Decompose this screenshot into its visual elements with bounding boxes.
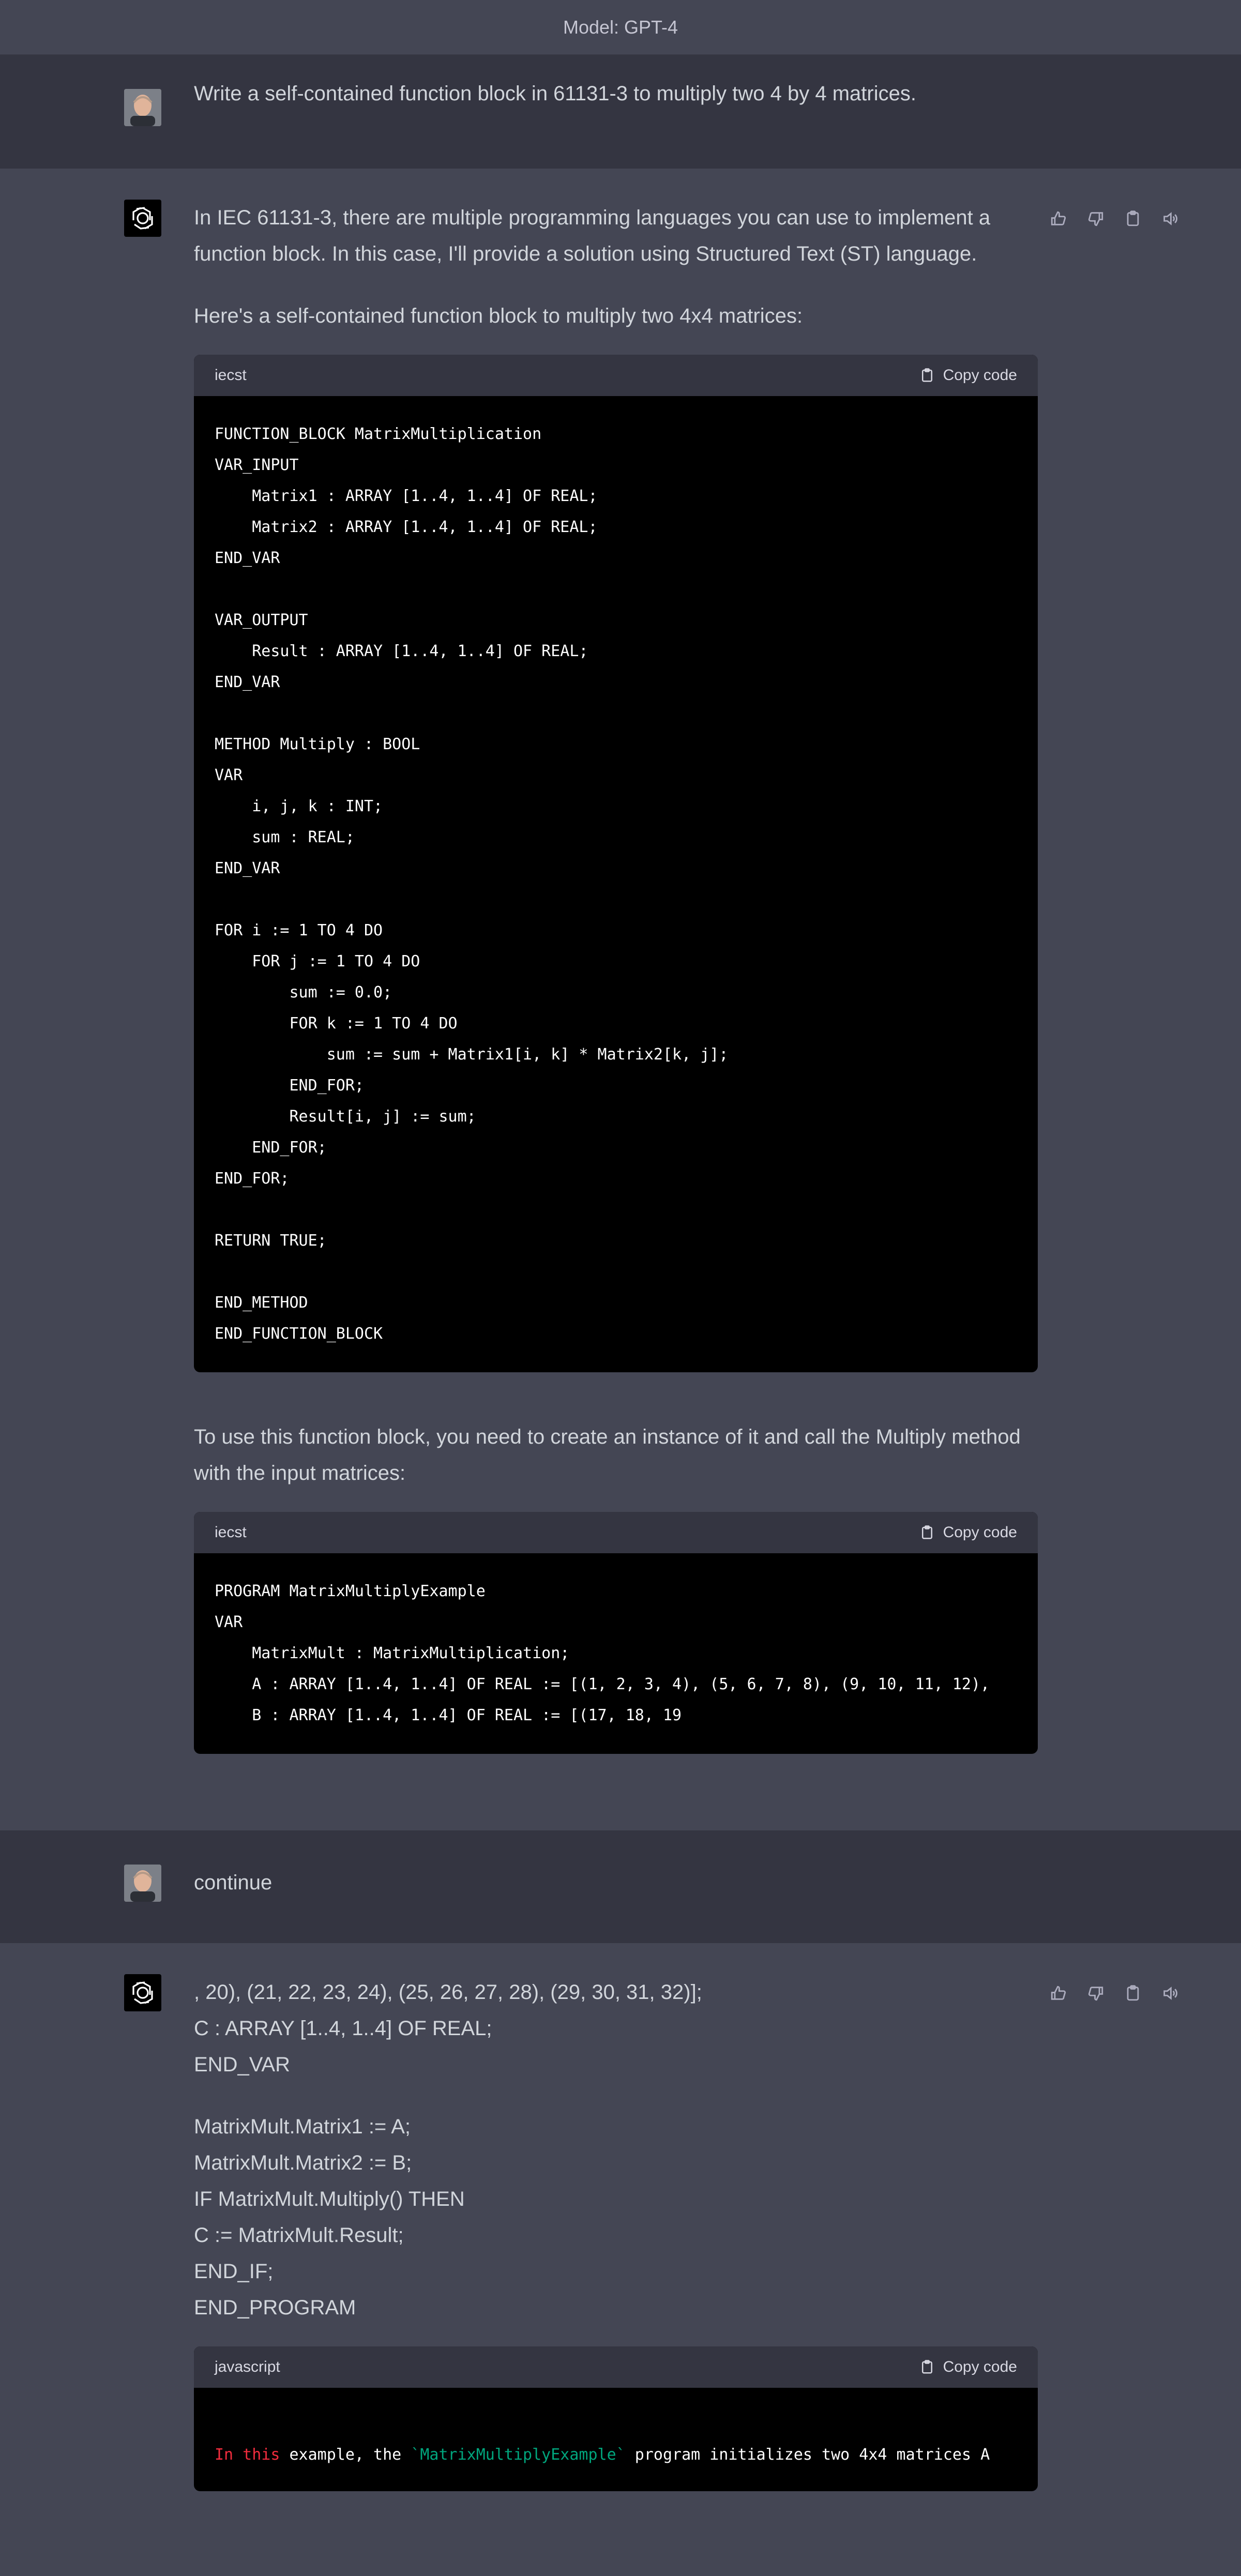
user-avatar <box>124 89 161 126</box>
copy-code-button[interactable]: Copy code <box>919 1524 1017 1541</box>
thumbs-down-icon[interactable] <box>1087 210 1104 228</box>
speaker-icon[interactable] <box>1161 1984 1179 2002</box>
code-text: FUNCTION_BLOCK MatrixMultiplication VAR_… <box>215 425 729 1343</box>
code-block-2: iecst Copy code PROGRAM MatrixMultiplyEx… <box>194 1512 1038 1754</box>
code-segment: example, the <box>280 2446 411 2464</box>
copy-code-label: Copy code <box>943 2358 1017 2375</box>
copy-code-button[interactable]: Copy code <box>919 2358 1017 2376</box>
model-header: Model: GPT-4 <box>0 0 1241 55</box>
thumbs-up-icon[interactable] <box>1050 210 1067 228</box>
clipboard-icon <box>921 1525 932 1539</box>
code-block-header: javascript Copy code <box>194 2346 1038 2388</box>
copy-code-button[interactable]: Copy code <box>919 367 1017 384</box>
thumbs-down-icon[interactable] <box>1087 1984 1104 2002</box>
assistant-message-2: , 20), (21, 22, 23, 24), (25, 26, 27, 28… <box>0 1943 1241 2573</box>
response-line: END_VAR <box>194 2053 290 2076</box>
thumbs-up-icon[interactable] <box>1050 1984 1067 2002</box>
assistant-intro-text-2: Here's a self-contained function block t… <box>194 305 803 327</box>
code-block-3: javascript Copy code In this example, th… <box>194 2346 1038 2491</box>
speaker-icon[interactable] <box>1161 210 1179 228</box>
code-block-header: iecst Copy code <box>194 355 1038 396</box>
response-line: END_IF; <box>194 2260 274 2283</box>
user-prompt-text: Write a self-contained function block in… <box>194 82 916 105</box>
code-language-label: javascript <box>215 2358 280 2375</box>
assistant-message-1: In IEC 61131-3, there are multiple progr… <box>0 169 1241 1830</box>
model-label: Model: GPT-4 <box>563 16 678 38</box>
response-line: MatrixMult.Matrix1 := A; <box>194 2115 411 2138</box>
clipboard-icon[interactable] <box>1124 210 1142 228</box>
response-line: MatrixMult.Matrix2 := B; <box>194 2151 412 2174</box>
response-line: IF MatrixMult.Multiply() THEN <box>194 2188 465 2210</box>
code-language-label: iecst <box>215 1524 247 1541</box>
code-segment: program initializes two 4x4 matrices A <box>625 2446 990 2464</box>
user-avatar <box>124 1865 161 1902</box>
openai-logo-icon <box>124 1974 161 2011</box>
code-block-1: iecst Copy code FUNCTION_BLOCK MatrixMul… <box>194 355 1038 1372</box>
response-line: C := MatrixMult.Result; <box>194 2224 404 2247</box>
user-message-1: Write a self-contained function block in… <box>0 55 1241 169</box>
copy-code-label: Copy code <box>943 367 1017 384</box>
code-block-header: iecst Copy code <box>194 1512 1038 1553</box>
code-text: PROGRAM MatrixMultiplyExample VAR Matrix… <box>215 1582 990 1724</box>
user-prompt-text: continue <box>194 1871 273 1894</box>
copy-code-label: Copy code <box>943 1524 1017 1541</box>
response-line: END_PROGRAM <box>194 2296 356 2319</box>
code-keyword: In this <box>215 2446 280 2464</box>
assistant-intro-text: In IEC 61131-3, there are multiple progr… <box>194 206 991 265</box>
clipboard-icon <box>921 368 932 382</box>
code-text: In this example, the `MatrixMultiplyExam… <box>194 2388 1038 2491</box>
response-line: , 20), (21, 22, 23, 24), (25, 26, 27, 28… <box>194 1981 702 2004</box>
code-language-label: iecst <box>215 367 247 384</box>
assistant-usage-text: To use this function block, you need to … <box>194 1426 1021 1484</box>
clipboard-icon <box>921 2360 932 2374</box>
openai-logo-icon <box>124 200 161 237</box>
code-string: `MatrixMultiplyExample` <box>411 2446 626 2464</box>
response-line: C : ARRAY [1..4, 1..4] OF REAL; <box>194 2017 492 2040</box>
message-actions <box>1050 210 1179 228</box>
message-actions <box>1050 1984 1179 2002</box>
user-message-2: continue <box>0 1830 1241 1943</box>
clipboard-icon[interactable] <box>1124 1984 1142 2002</box>
